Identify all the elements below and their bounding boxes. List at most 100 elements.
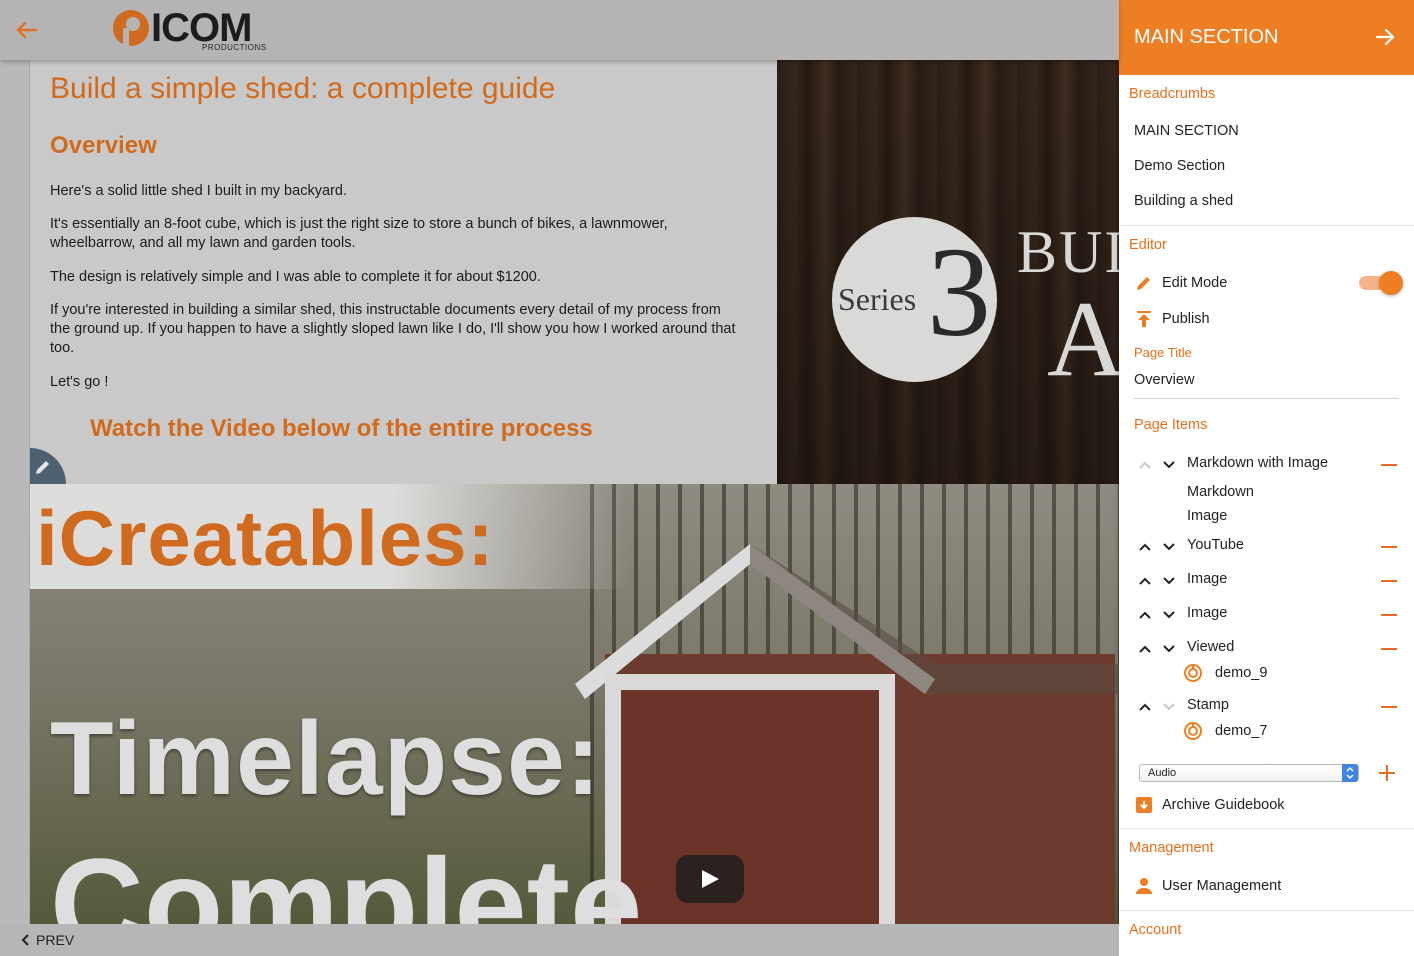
paragraph: Let's go ! xyxy=(50,374,109,390)
chevron-down-icon[interactable] xyxy=(1161,539,1177,555)
page-title-field[interactable]: Overview xyxy=(1134,372,1194,388)
arrow-right-icon[interactable] xyxy=(1374,26,1396,53)
chevron-up-icon[interactable] xyxy=(1137,699,1153,715)
divider xyxy=(1119,225,1414,226)
chevron-up-icon[interactable] xyxy=(1137,457,1153,473)
page-item-row: YouTube xyxy=(1137,537,1407,559)
page-item-row: Markdown with Image xyxy=(1137,455,1407,477)
page-item-name[interactable]: Image xyxy=(1187,571,1227,587)
markdown-content: Build a simple shed: a complete guide Ov… xyxy=(30,60,777,484)
back-arrow-icon[interactable] xyxy=(14,18,40,42)
page-sub-item[interactable]: Image xyxy=(1187,508,1227,524)
divider xyxy=(1119,910,1414,911)
video-title-line1: Timelapse: xyxy=(50,701,602,817)
archive-guidebook-button[interactable]: Archive Guidebook xyxy=(1134,793,1285,817)
item-type-select[interactable]: Audio xyxy=(1139,764,1359,782)
edit-mode-label: Edit Mode xyxy=(1162,275,1228,291)
chevron-up-icon[interactable] xyxy=(1137,573,1153,589)
paragraph: Here's a solid little shed I built in my… xyxy=(50,183,347,199)
page-heading: Build a simple shed: a complete guide xyxy=(50,72,556,105)
chevron-up-icon[interactable] xyxy=(1137,607,1153,623)
toggle-knob xyxy=(1379,271,1403,295)
breadcrumbs-label: Breadcrumbs xyxy=(1129,86,1216,102)
video-title-line2: Complete xyxy=(50,831,643,924)
series-image: Series 3 BUI A xyxy=(777,60,1119,484)
user-management-label: User Management xyxy=(1162,878,1282,894)
breadcrumb-building-shed[interactable]: Building a shed xyxy=(1134,193,1233,209)
remove-icon[interactable] xyxy=(1381,464,1397,466)
upload-icon xyxy=(1137,311,1151,327)
remove-icon[interactable] xyxy=(1381,614,1397,616)
image-title-text: BUI xyxy=(1017,219,1119,285)
youtube-video[interactable]: iCreatables: Timelapse: Complete xyxy=(30,484,1119,924)
pencil-icon xyxy=(36,461,49,474)
user-management-button[interactable]: User Management xyxy=(1134,874,1281,898)
page-item-row: Image xyxy=(1137,605,1407,627)
image-title-letter: A xyxy=(1047,280,1119,399)
target-icon xyxy=(1184,722,1202,740)
bottom-nav: PREV xyxy=(0,924,1119,956)
publish-button[interactable]: Publish xyxy=(1134,307,1210,331)
play-icon xyxy=(702,870,719,888)
account-label: Account xyxy=(1129,922,1182,938)
remove-icon[interactable] xyxy=(1381,706,1397,708)
select-value: Audio xyxy=(1148,767,1177,779)
prev-label: PREV xyxy=(36,932,75,948)
select-arrows-icon xyxy=(1342,764,1358,782)
chevron-down-icon[interactable] xyxy=(1161,607,1177,623)
divider xyxy=(1119,828,1414,829)
breadcrumb-main-section[interactable]: MAIN SECTION xyxy=(1134,123,1239,139)
play-button[interactable] xyxy=(676,855,744,903)
page-item-name[interactable]: Stamp xyxy=(1187,697,1229,713)
page-sub-item[interactable]: Markdown xyxy=(1187,484,1254,500)
chevron-down-icon[interactable] xyxy=(1161,699,1177,715)
demo-label: demo_7 xyxy=(1215,723,1268,739)
management-label: Management xyxy=(1129,840,1214,856)
video-brand-text: iCreatables: xyxy=(36,494,495,582)
page-item-row: Viewed xyxy=(1137,639,1407,661)
person-icon xyxy=(1136,878,1152,894)
pencil-icon xyxy=(1137,277,1150,290)
remove-icon[interactable] xyxy=(1381,580,1397,582)
left-gutter xyxy=(0,60,30,924)
top-bar: ICOM PRODUCTIONS xyxy=(0,0,1119,60)
chevron-left-icon xyxy=(21,934,29,946)
page-items-label: Page Items xyxy=(1134,417,1208,433)
chevron-up-icon[interactable] xyxy=(1137,641,1153,657)
chevron-down-icon[interactable] xyxy=(1161,641,1177,657)
logo-mark-icon xyxy=(113,10,149,46)
page-title-label: Page Title xyxy=(1134,345,1192,360)
logo-subtitle: PRODUCTIONS xyxy=(202,43,267,52)
archive-icon xyxy=(1136,797,1152,813)
demo-label: demo_9 xyxy=(1215,665,1268,681)
page-item-name[interactable]: Viewed xyxy=(1187,639,1234,655)
publish-label: Publish xyxy=(1162,311,1210,327)
archive-label: Archive Guidebook xyxy=(1162,797,1285,813)
shed-door xyxy=(605,674,895,924)
prev-button[interactable]: PREV xyxy=(20,932,74,948)
logo[interactable]: ICOM PRODUCTIONS xyxy=(111,6,271,54)
paragraph: The design is relatively simple and I wa… xyxy=(50,269,541,285)
add-item-button[interactable] xyxy=(1379,765,1395,781)
page-item-name[interactable]: Markdown with Image xyxy=(1187,455,1328,471)
page-item-name[interactable]: YouTube xyxy=(1187,537,1244,553)
series-number: 3 xyxy=(927,221,991,363)
page-item-row: Stamp xyxy=(1137,697,1407,719)
chevron-down-icon[interactable] xyxy=(1161,457,1177,473)
demo-link[interactable]: demo_9 xyxy=(1183,662,1267,684)
remove-icon[interactable] xyxy=(1381,648,1397,650)
chevron-up-icon[interactable] xyxy=(1137,539,1153,555)
page-item-row: Image xyxy=(1137,571,1407,593)
video-heading: Watch the Video below of the entire proc… xyxy=(90,415,593,442)
target-icon xyxy=(1184,664,1202,682)
demo-link[interactable]: demo_7 xyxy=(1183,720,1267,742)
paragraph: If you're interested in building a simil… xyxy=(50,302,736,356)
remove-icon[interactable] xyxy=(1381,546,1397,548)
side-panel: MAIN SECTION Breadcrumbs MAIN SECTION De… xyxy=(1119,0,1414,956)
breadcrumb-demo-section[interactable]: Demo Section xyxy=(1134,158,1225,174)
panel-header: MAIN SECTION xyxy=(1119,0,1414,75)
chevron-down-icon[interactable] xyxy=(1161,573,1177,589)
page-item-name[interactable]: Image xyxy=(1187,605,1227,621)
panel-title: MAIN SECTION xyxy=(1134,26,1279,48)
edit-mode-toggle[interactable] xyxy=(1359,271,1403,295)
